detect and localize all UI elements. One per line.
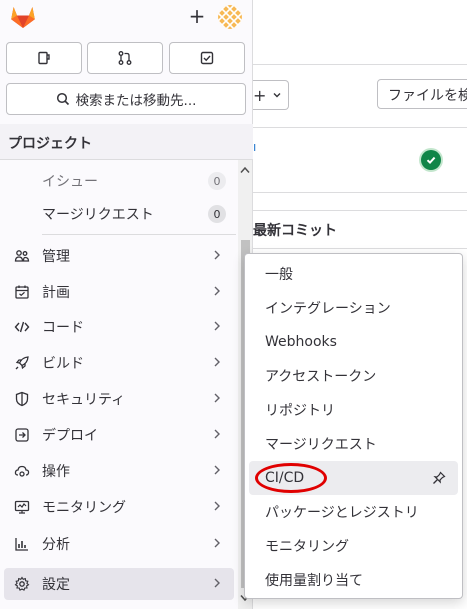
todo-shortcut-button[interactable] xyxy=(169,42,245,74)
sidebar-item-manage[interactable]: 管理 xyxy=(4,240,234,272)
nav-item-label: 管理 xyxy=(42,249,70,265)
nav-item-label: 計画 xyxy=(42,285,70,301)
divider xyxy=(253,210,467,211)
commit-link-fragment[interactable]: ı xyxy=(253,140,257,154)
sidebar-item-security[interactable]: セキュリティ xyxy=(4,383,234,415)
settings-flyout-menu: 一般 インテグレーション Webhooks アクセストークン リポジトリ マージ… xyxy=(244,253,463,599)
create-new-button[interactable]: + xyxy=(186,5,208,27)
nav-item-issues[interactable]: イシュー 0 xyxy=(0,164,238,198)
sidebar-item-deploy[interactable]: デプロイ xyxy=(4,419,234,451)
cloud-gear-icon xyxy=(14,463,30,479)
issues-icon xyxy=(38,51,50,65)
chevron-right-icon xyxy=(214,465,220,475)
divider xyxy=(42,234,236,235)
search-icon xyxy=(56,92,69,106)
menu-item-label: 使用量割り当て xyxy=(265,573,363,589)
menu-item-label: CI/CD xyxy=(265,470,305,486)
users-icon xyxy=(14,248,30,264)
nav-item-label: ビルド xyxy=(42,356,84,372)
add-dropdown-button[interactable]: + xyxy=(253,80,289,110)
chevron-right-icon xyxy=(214,578,220,588)
search-button[interactable]: 検索または移動先... xyxy=(6,83,246,115)
nav-item-label: イシュー xyxy=(42,174,98,190)
chevron-right-icon xyxy=(214,393,220,403)
merge-requests-shortcut-button[interactable] xyxy=(87,42,163,74)
chevron-right-icon xyxy=(214,538,220,548)
menu-item-label: 一般 xyxy=(265,267,293,283)
settings-icon xyxy=(14,576,30,592)
sidebar-item-build[interactable]: ビルド xyxy=(4,347,234,379)
sidebar: + 検索または移動先... プロジェクト イシュー 0 マージリクエスト 0 管… xyxy=(0,0,253,609)
count-badge: 0 xyxy=(208,205,226,223)
chevron-right-icon xyxy=(214,429,220,439)
chevron-right-icon xyxy=(214,250,220,260)
menu-item-label: マージリクエスト xyxy=(265,437,377,453)
sidebar-item-monitor[interactable]: モニタリング xyxy=(4,491,234,523)
plus-icon: + xyxy=(253,85,267,105)
nav-item-label: マージリクエスト xyxy=(42,207,154,223)
sidebar-item-analyze[interactable]: 分析 xyxy=(4,528,234,560)
monitor-icon xyxy=(14,499,30,515)
menu-item-access-tokens[interactable]: アクセストークン xyxy=(249,359,458,393)
menu-item-label: Webhooks xyxy=(265,334,337,350)
rocket-icon xyxy=(14,355,30,371)
menu-item-ci-cd[interactable]: CI/CD xyxy=(249,461,458,495)
pipeline-passed-icon[interactable] xyxy=(421,150,441,170)
issues-shortcut-button[interactable] xyxy=(6,42,82,74)
menu-item-general[interactable]: 一般 xyxy=(249,257,458,291)
gitlab-logo-icon[interactable] xyxy=(10,5,36,29)
nav-item-merge-requests[interactable]: マージリクエスト 0 xyxy=(0,197,238,231)
chevron-right-icon xyxy=(214,357,220,367)
sidebar-item-settings[interactable]: 設定 xyxy=(4,568,234,600)
nav-item-label: セキュリティ xyxy=(42,392,126,408)
chevron-down-icon xyxy=(273,93,281,98)
deploy-icon xyxy=(14,427,30,443)
chevron-right-icon xyxy=(214,286,220,296)
sidebar-top-row: + xyxy=(0,0,253,36)
merge-requests-icon xyxy=(118,51,132,65)
calendar-icon xyxy=(14,284,30,300)
count-badge: 0 xyxy=(208,172,226,190)
menu-item-merge-requests[interactable]: マージリクエスト xyxy=(249,427,458,461)
menu-item-label: インテグレーション xyxy=(265,301,391,317)
divider xyxy=(253,248,467,249)
latest-commit-heading: 最新コミット xyxy=(253,223,337,239)
divider xyxy=(253,64,467,65)
menu-item-integrations[interactable]: インテグレーション xyxy=(249,291,458,325)
shield-icon xyxy=(14,391,30,407)
chevron-right-icon xyxy=(214,501,220,511)
divider xyxy=(253,192,467,193)
sidebar-item-operate[interactable]: 操作 xyxy=(4,455,234,487)
menu-item-usage-quotas[interactable]: 使用量割り当て xyxy=(249,563,458,597)
menu-item-label: パッケージとレジストリ xyxy=(265,505,419,521)
pin-icon[interactable] xyxy=(432,471,446,485)
code-icon xyxy=(14,319,30,335)
chevron-right-icon xyxy=(214,321,220,331)
menu-item-packages-registries[interactable]: パッケージとレジストリ xyxy=(249,495,458,529)
menu-item-monitor[interactable]: モニタリング xyxy=(249,529,458,563)
nav-item-label: 分析 xyxy=(42,537,70,553)
chart-icon xyxy=(14,536,30,552)
menu-item-label: モニタリング xyxy=(265,539,349,555)
menu-item-repository[interactable]: リポジトリ xyxy=(249,393,458,427)
section-title: プロジェクト xyxy=(0,124,253,160)
sidebar-item-plan[interactable]: 計画 xyxy=(4,276,234,308)
nav-item-label: 設定 xyxy=(42,577,70,593)
menu-item-webhooks[interactable]: Webhooks xyxy=(249,325,458,359)
scroll-up-arrow-icon[interactable] xyxy=(240,166,250,174)
todo-icon xyxy=(200,51,214,65)
nav-item-label: デプロイ xyxy=(42,428,98,444)
menu-item-label: リポジトリ xyxy=(265,403,335,419)
search-label: 検索または移動先... xyxy=(75,93,197,109)
nav-item-label: 操作 xyxy=(42,464,70,480)
sidebar-item-code[interactable]: コード xyxy=(4,311,234,343)
find-file-button[interactable]: ファイルを検 xyxy=(377,79,467,109)
user-avatar[interactable] xyxy=(218,5,242,29)
nav-item-label: コード xyxy=(42,320,84,336)
nav-item-label: モニタリング xyxy=(42,500,126,516)
menu-item-label: アクセストークン xyxy=(265,369,377,385)
